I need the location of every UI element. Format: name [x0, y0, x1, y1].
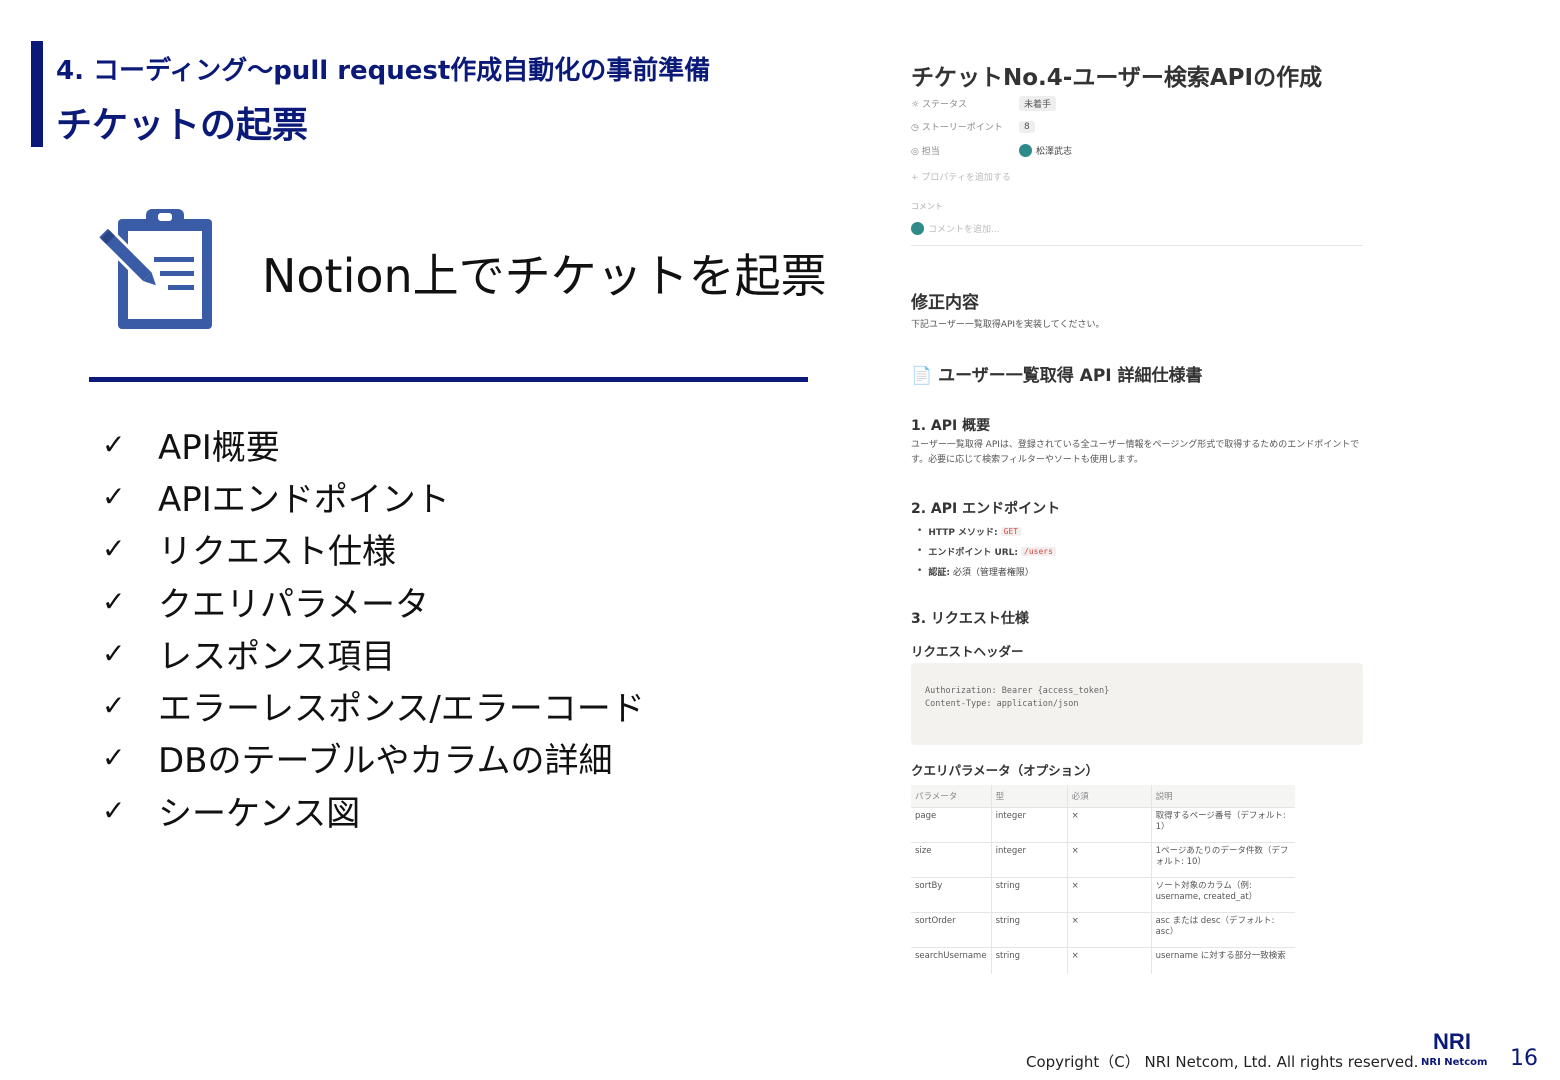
- divider: [89, 377, 808, 382]
- avatar: [1019, 144, 1032, 157]
- table-header-row: パラメータ 型 必須 説明: [911, 785, 1295, 808]
- comment-input[interactable]: コメントを追加...: [911, 222, 1000, 235]
- ticket-title: チケットNo.4-ユーザー検索APIの作成: [911, 65, 1323, 91]
- avatar: [911, 222, 924, 235]
- add-property-button[interactable]: + プロパティを追加する: [911, 170, 1011, 183]
- story-points-value[interactable]: 8: [1019, 120, 1035, 133]
- table-row: size integer × 1ページあたりのデータ件数（デフォルト: 10）: [911, 842, 1295, 878]
- status-badge[interactable]: 未着手: [1019, 96, 1057, 111]
- check-icon: ✓: [102, 532, 126, 566]
- column-header: 型: [991, 785, 1068, 808]
- check-icon: ✓: [102, 793, 126, 827]
- clipboard-pencil-icon: [94, 209, 212, 329]
- checklist-item: ✓ リクエスト仕様: [102, 532, 396, 573]
- table-row: sortBy string × ソート対象のカラム（例: username, crea…: [911, 877, 1295, 913]
- status-icon: ☼: [911, 100, 922, 110]
- section-text: 下記ユーザー一覧取得APIを実装してください。: [911, 320, 1105, 330]
- nri-logo: NRI: [1433, 1030, 1471, 1052]
- heading-endpoint: 2. API エンドポイント: [911, 501, 1061, 517]
- checklist: ✓ API概要 ✓ APIエンドポイント ✓ リクエスト仕様 ✓ クエリパラメータ ✓ レ…: [102, 418, 645, 836]
- heading-request: 3. リクエスト仕様: [911, 611, 1029, 627]
- list-item: 認証:必須（管理者権限）: [917, 561, 1056, 581]
- endpoint-list: HTTP メソッド:GET エンドポイント URL:/users 認証:必須（管…: [917, 521, 1056, 581]
- column-header: 必須: [1067, 785, 1152, 808]
- checklist-item: ✓ API概要: [102, 427, 280, 468]
- property-story-points: ◷ ストーリーポイント 8: [911, 120, 1035, 133]
- company-name: NRI Netcom: [1421, 1057, 1488, 1068]
- page-title: チケットの起票: [56, 105, 309, 146]
- check-icon: ✓: [102, 479, 126, 513]
- heading-request-header: リクエストヘッダー: [911, 644, 1024, 659]
- check-icon: ✓: [102, 584, 126, 618]
- svg-text:NRI: NRI: [1433, 1030, 1471, 1052]
- check-icon: ✓: [102, 427, 126, 461]
- checklist-item: ✓ エラーレスポンス/エラーコード: [102, 689, 645, 730]
- list-item: エンドポイント URL:/users: [917, 541, 1056, 561]
- notion-ticket-screenshot: チケットNo.4-ユーザー検索APIの作成 ☼ ステータス 未着手 ◷ ストーリ…: [905, 52, 1370, 974]
- table-row: sortOrder string × asc または desc（デフォルト: asc）: [911, 912, 1295, 948]
- column-header: 説明: [1151, 785, 1295, 808]
- property-status: ☼ ステータス 未着手: [911, 96, 1057, 111]
- heading-overview: 1. API 概要: [911, 418, 991, 434]
- overview-text: ユーザー一覧取得 APIは、登録されている全ユーザー情報をページング形式で取得す…: [911, 440, 1360, 465]
- list-item: HTTP メソッド:GET: [917, 521, 1056, 541]
- section-subtitle: 4. コーディング～pull request作成自動化の事前準備: [56, 56, 711, 86]
- checklist-item: ✓ APIエンドポイント: [102, 479, 450, 520]
- heading-query-params: クエリパラメータ（オプション）: [911, 763, 1099, 778]
- checklist-item: ✓ シーケンス図: [102, 793, 361, 834]
- checklist-item: ✓ レスポンス項目: [102, 636, 396, 677]
- copyright: Copyright（C） NRI Netcom, Ltd. All rights…: [1026, 1053, 1419, 1071]
- column-header: パラメータ: [911, 785, 992, 808]
- check-icon: ✓: [102, 689, 126, 723]
- property-assignee: ◎ 担当 松澤武志: [911, 144, 1072, 157]
- query-params-table: パラメータ 型 必須 説明 page integer × 取得するページ番号（デフォル…: [911, 785, 1295, 974]
- section-heading: 修正内容: [911, 293, 979, 313]
- headline: Notion上でチケットを起票: [262, 249, 827, 303]
- checklist-item: ✓ DBのテーブルやカラムの詳細: [102, 741, 613, 782]
- points-icon: ◷: [911, 123, 922, 133]
- check-icon: ✓: [102, 741, 126, 775]
- checklist-item: ✓ クエリパラメータ: [102, 584, 429, 625]
- divider: [911, 245, 1363, 246]
- table-row: searchUsername string × username に対する部分一致検索: [911, 947, 1295, 974]
- title-accent-bar: [31, 41, 43, 147]
- document-icon: 📄: [911, 366, 939, 386]
- person-icon: ◎: [911, 147, 922, 157]
- comment-label: コメント: [911, 202, 943, 211]
- check-icon: ✓: [102, 636, 126, 670]
- table-row: page integer × 取得するページ番号（デフォルト: 1）: [911, 807, 1295, 843]
- code-block: Authorization: Bearer {access_token} Con…: [911, 663, 1363, 745]
- doc-link[interactable]: 📄 ユーザー一覧取得 API 詳細仕様書: [911, 361, 1203, 386]
- page-number: 16: [1510, 1046, 1538, 1071]
